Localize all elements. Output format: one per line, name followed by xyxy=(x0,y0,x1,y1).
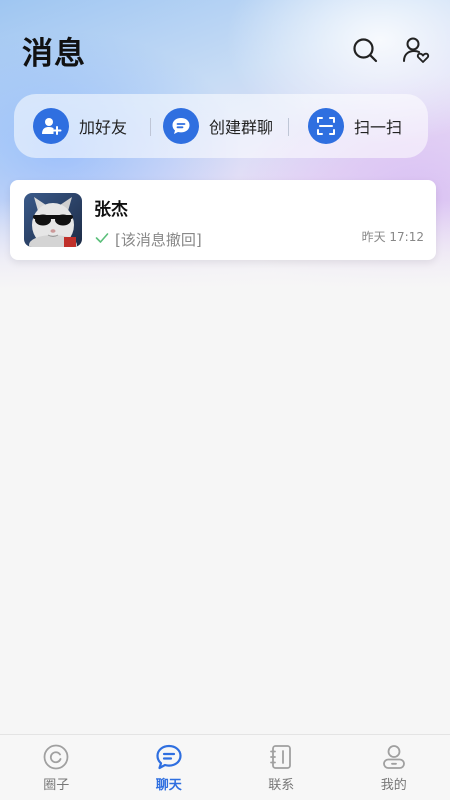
contact-name: 张杰 xyxy=(94,200,128,220)
group-chat-icon xyxy=(163,108,199,144)
divider xyxy=(150,118,151,136)
add-friend-label: 加好友 xyxy=(79,118,128,137)
tab-profile[interactable]: 我的 xyxy=(338,735,450,800)
create-group-chat-button[interactable]: 创建群聊 xyxy=(163,94,273,158)
create-group-chat-label: 创建群聊 xyxy=(209,118,274,137)
profile-icon xyxy=(382,745,405,769)
scan-icon xyxy=(308,108,344,144)
add-user-icon xyxy=(33,108,69,144)
tab-circle[interactable]: 圈子 xyxy=(0,735,113,800)
page-title: 消息 xyxy=(22,36,86,72)
quick-actions-bar: 加好友 创建群聊 扫一扫 xyxy=(14,94,428,158)
message-time: 昨天 17:12 xyxy=(361,230,424,244)
divider xyxy=(288,118,289,136)
chat-icon xyxy=(156,744,182,770)
tab-label: 聊天 xyxy=(155,778,182,793)
add-friend-button[interactable]: 加好友 xyxy=(33,94,127,158)
message-preview: [该消息撤回] xyxy=(115,231,202,249)
bottom-tab-bar: 圈子 聊天 联系 我的 xyxy=(0,734,450,800)
tab-label: 我的 xyxy=(380,778,407,793)
scan-label: 扫一扫 xyxy=(354,118,403,137)
search-icon[interactable] xyxy=(351,36,379,64)
tab-label: 联系 xyxy=(268,778,295,793)
tab-chat[interactable]: 聊天 xyxy=(113,735,226,800)
tab-label: 圈子 xyxy=(43,778,70,793)
check-icon xyxy=(95,233,109,243)
avatar[interactable] xyxy=(24,193,82,247)
scan-button[interactable]: 扫一扫 xyxy=(308,94,402,158)
circle-icon xyxy=(43,744,69,770)
user-heart-icon[interactable] xyxy=(402,36,430,64)
chat-list-item[interactable]: 张杰 [该消息撤回] 昨天 17:12 xyxy=(10,180,436,260)
tab-contacts[interactable]: 联系 xyxy=(225,735,338,800)
contacts-book-icon xyxy=(270,745,292,769)
